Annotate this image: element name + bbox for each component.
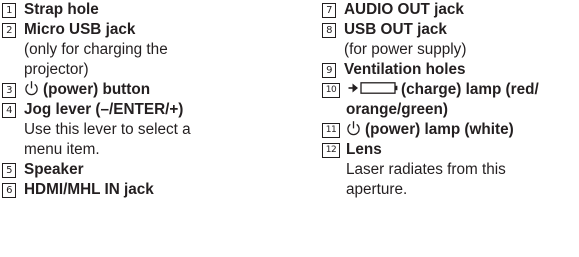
item-title-continued: orange/green) xyxy=(346,101,448,118)
charge-icon xyxy=(348,82,398,94)
list-item-9: 9 Ventilation holes xyxy=(322,60,579,80)
item-number-box: 12 xyxy=(322,143,340,158)
item-description: Laser radiates from this xyxy=(346,161,506,178)
item-title: HDMI/MHL IN jack xyxy=(24,181,154,198)
list-item-11: 11 (power) lamp (white) xyxy=(322,120,579,140)
item-number-box: 8 xyxy=(322,23,336,38)
item-description: (for power supply) xyxy=(344,41,467,58)
item-description: aperture. xyxy=(346,181,408,198)
power-icon xyxy=(25,81,38,96)
power-icon xyxy=(347,121,360,136)
item-title: (power) button xyxy=(43,81,151,98)
item-title: USB OUT jack xyxy=(344,21,447,38)
item-number-box: 9 xyxy=(322,63,336,78)
item-title: (charge) lamp (red/ xyxy=(401,81,539,98)
item-title: (power) lamp (white) xyxy=(365,121,514,138)
item-number-box: 7 xyxy=(322,3,336,18)
item-number-box: 10 xyxy=(322,83,340,98)
item-title: Jog lever (–/ENTER/+) xyxy=(24,101,184,118)
item-description: (only for charging the xyxy=(24,41,168,58)
item-description: projector) xyxy=(24,61,89,78)
list-item-7: 7 AUDIO OUT jack xyxy=(322,0,579,20)
item-number-box: 4 xyxy=(2,103,16,118)
item-title: Strap hole xyxy=(24,1,99,18)
item-description: Use this lever to select a xyxy=(24,121,191,138)
list-item-2: 2 Micro USB jack (only for charging the … xyxy=(2,20,270,80)
item-number-box: 6 xyxy=(2,183,16,198)
item-title: Micro USB jack xyxy=(24,21,136,38)
item-title: AUDIO OUT jack xyxy=(344,1,464,18)
list-item-10: 10 (charge) lamp (red/ orange/green) xyxy=(322,80,579,120)
item-number-box: 11 xyxy=(322,123,340,138)
item-number-box: 5 xyxy=(2,163,16,178)
list-item-5: 5 Speaker xyxy=(2,160,270,180)
list-item-8: 8 USB OUT jack (for power supply) xyxy=(322,20,579,60)
right-column: 7 AUDIO OUT jack 8 USB OUT jack (for pow… xyxy=(322,0,579,200)
item-number-box: 2 xyxy=(2,23,16,38)
item-title: Lens xyxy=(346,141,382,158)
item-description: menu item. xyxy=(24,141,100,158)
list-item-3: 3 (power) button xyxy=(2,80,270,100)
list-item-4: 4 Jog lever (–/ENTER/+) Use this lever t… xyxy=(2,100,270,160)
list-item-6: 6 HDMI/MHL IN jack xyxy=(2,180,270,200)
item-title: Ventilation holes xyxy=(344,61,466,78)
item-number-box: 3 xyxy=(2,83,16,98)
item-title: Speaker xyxy=(24,161,84,178)
left-column: 1 Strap hole 2 Micro USB jack (only for … xyxy=(2,0,270,200)
list-item-12: 12 Lens Laser radiates from this apertur… xyxy=(322,140,579,200)
item-number-box: 1 xyxy=(2,3,16,18)
list-item-1: 1 Strap hole xyxy=(2,0,270,20)
